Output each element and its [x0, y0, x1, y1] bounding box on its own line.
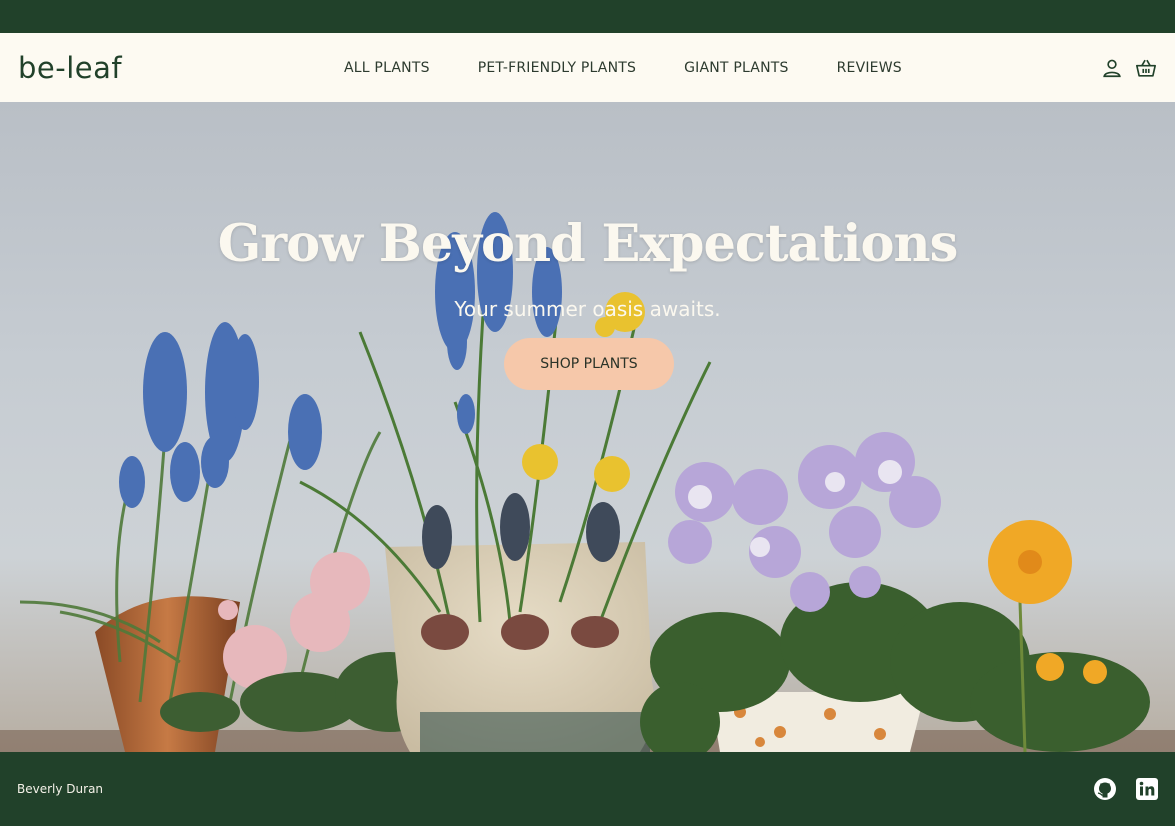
nav-link-pet-friendly-plants[interactable]: PET-FRIENDLY PLANTS: [478, 60, 636, 76]
hero-flowers-image: [0, 212, 1175, 752]
hero-title: Grow Beyond Expectations: [217, 214, 959, 274]
hero-subtitle: Your summer oasis awaits.: [454, 297, 721, 321]
nav-icons: [1101, 33, 1157, 102]
navbar: be-leaf ALL PLANTS PET-FRIENDLY PLANTS G…: [0, 33, 1175, 102]
footer: Beverly Duran: [0, 752, 1175, 826]
basket-icon[interactable]: [1135, 57, 1157, 79]
footer-author-name: Beverly Duran: [17, 782, 104, 796]
github-icon[interactable]: [1093, 777, 1117, 801]
footer-social-icons: [1093, 752, 1159, 826]
top-bar: [0, 0, 1175, 33]
nav-link-all-plants[interactable]: ALL PLANTS: [344, 60, 430, 76]
linkedin-icon[interactable]: [1135, 777, 1159, 801]
nav-link-reviews[interactable]: REVIEWS: [837, 60, 902, 76]
hero-section: Grow Beyond Expectations Your summer oas…: [0, 102, 1175, 752]
logo[interactable]: be-leaf: [18, 51, 318, 85]
nav-link-giant-plants[interactable]: GIANT PLANTS: [684, 60, 788, 76]
shop-plants-button[interactable]: SHOP PLANTS: [504, 338, 674, 390]
user-icon[interactable]: [1101, 57, 1123, 79]
main-nav: ALL PLANTS PET-FRIENDLY PLANTS GIANT PLA…: [344, 33, 902, 102]
